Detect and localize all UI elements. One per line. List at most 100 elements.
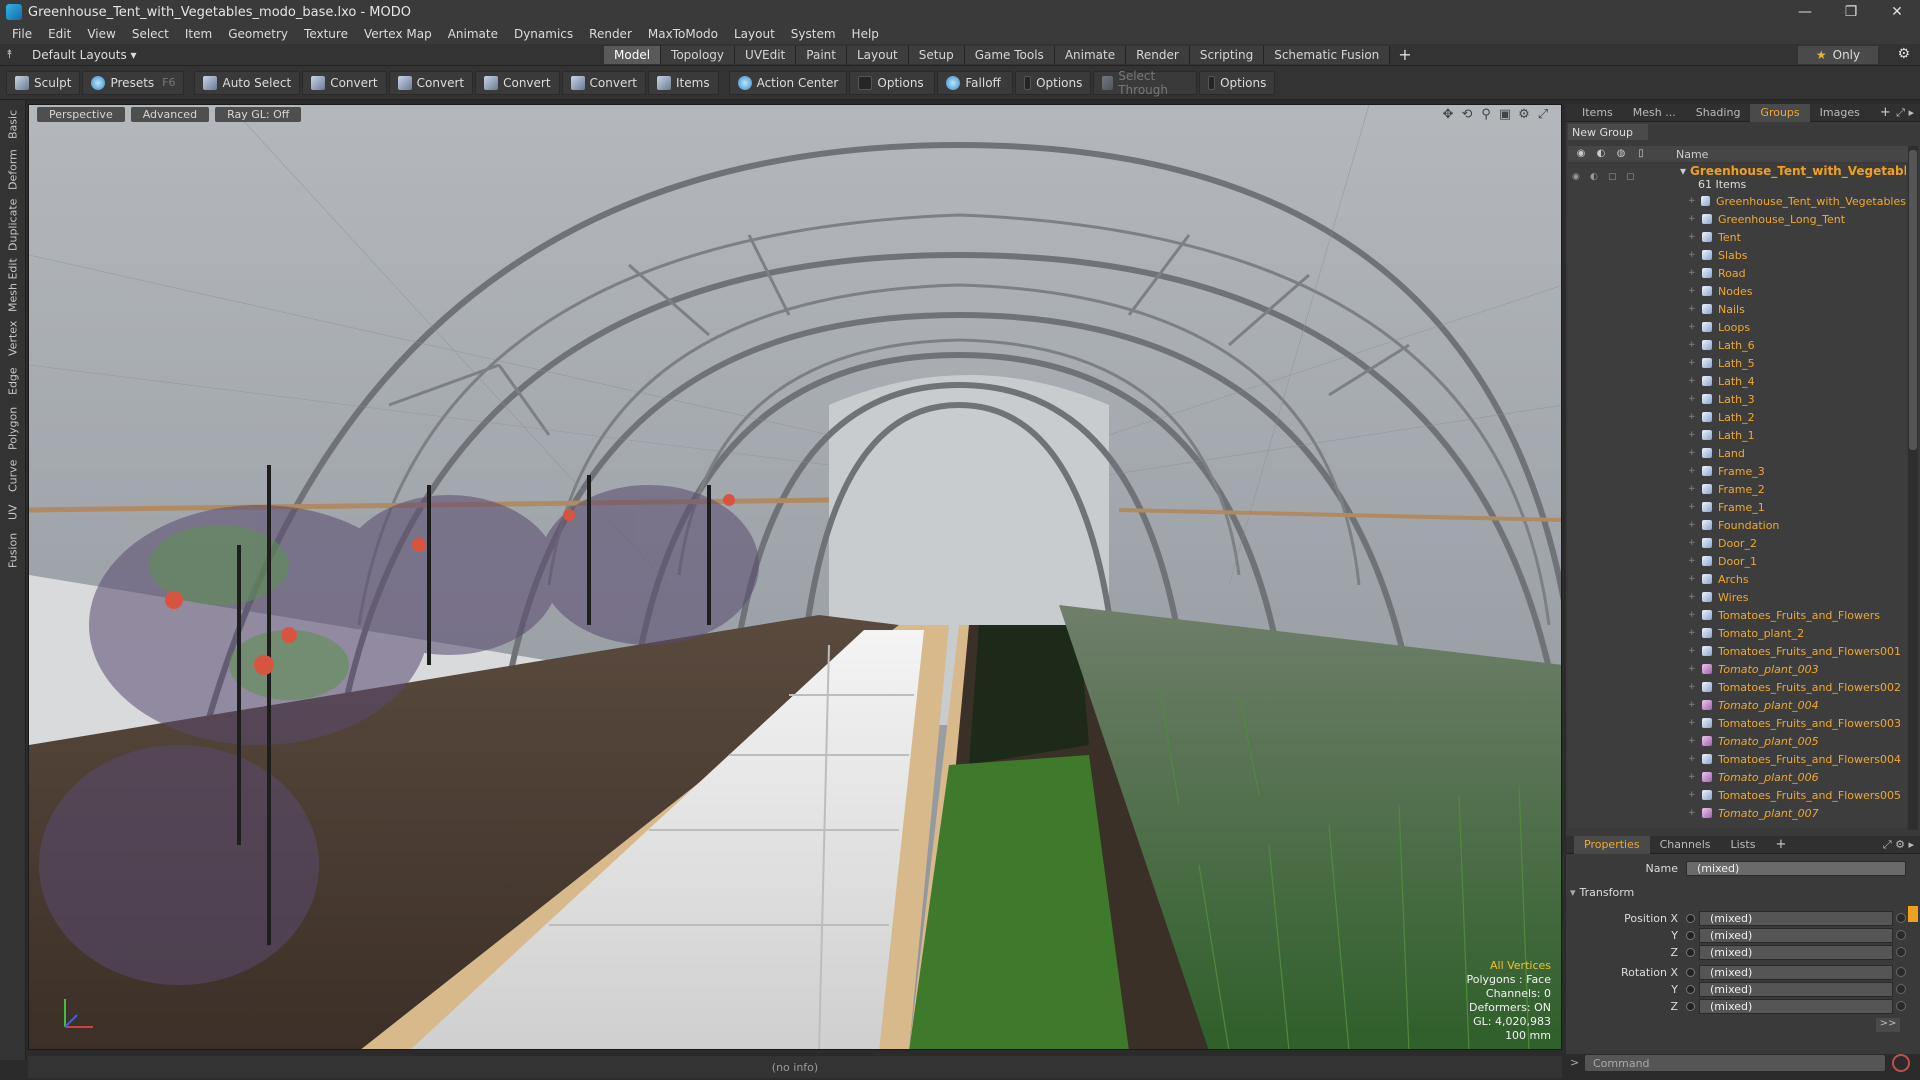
minimize-icon[interactable]: — <box>1782 0 1828 24</box>
zoom-icon[interactable]: ⚲ <box>1478 107 1494 123</box>
viewport-gear-icon[interactable]: ⚙ <box>1516 107 1532 123</box>
channel-knob-icon[interactable] <box>1896 967 1906 977</box>
items-button[interactable]: Items <box>648 70 719 95</box>
expand-plus-icon[interactable]: + <box>1688 736 1702 746</box>
sculpt-button[interactable]: Sculpt <box>6 70 81 95</box>
menu-animate[interactable]: Animate <box>440 27 506 41</box>
expand-plus-icon[interactable]: + <box>1688 772 1702 782</box>
expand-plus-icon[interactable]: + <box>1688 628 1702 638</box>
channel-knob-icon[interactable] <box>1896 984 1906 994</box>
expand-plus-icon[interactable]: + <box>1688 214 1702 224</box>
keyframe-dot-icon[interactable] <box>1686 1001 1695 1011</box>
tab-render[interactable]: Render <box>1126 45 1190 64</box>
group-item-row[interactable]: + Slabs <box>1568 246 1906 264</box>
render-icon[interactable]: ◐ <box>1590 172 1604 182</box>
expand-plus-icon[interactable]: + <box>1688 448 1702 458</box>
scrollbar-thumb[interactable] <box>1909 150 1917 450</box>
vtab-mesh-edit[interactable]: Mesh Edit <box>4 258 22 312</box>
expand-plus-icon[interactable]: + <box>1688 394 1702 404</box>
tab-paint[interactable]: Paint <box>796 45 847 64</box>
expand-plus-icon[interactable]: + <box>1688 196 1701 206</box>
expand-plus-icon[interactable]: + <box>1688 268 1702 278</box>
select-column-icon[interactable]: ▯ <box>1634 148 1648 160</box>
menu-file[interactable]: File <box>4 27 40 41</box>
expand-plus-icon[interactable]: + <box>1688 376 1702 386</box>
expand-plus-icon[interactable]: + <box>1688 574 1702 584</box>
expand-plus-icon[interactable]: + <box>1688 718 1702 728</box>
channel-knob-icon[interactable] <box>1896 913 1906 923</box>
tab-schematic-fusion[interactable]: Schematic Fusion <box>1264 45 1391 64</box>
keyframe-dot-icon[interactable] <box>1686 984 1695 994</box>
expand-plus-icon[interactable]: + <box>1688 250 1702 260</box>
view-mode-dropdown[interactable]: Perspective <box>37 107 125 122</box>
expand-plus-icon[interactable]: + <box>1688 232 1702 242</box>
falloff-options-button[interactable]: Options <box>1015 70 1092 95</box>
vtab-deform[interactable]: Deform <box>4 148 22 192</box>
vtab-uv[interactable]: UV <box>4 500 22 524</box>
tab-properties[interactable]: Properties <box>1574 835 1650 854</box>
groups-scrollbar[interactable] <box>1908 146 1918 830</box>
rotation-z-field[interactable]: (mixed) <box>1699 998 1893 1014</box>
channel-knob-icon[interactable] <box>1896 930 1906 940</box>
convert-vertices-button[interactable]: Convert <box>302 70 387 95</box>
group-item-row[interactable]: + Greenhouse_Long_Tent <box>1568 210 1906 228</box>
group-item-row[interactable]: + Frame_3 <box>1568 462 1906 480</box>
command-history-arrow-icon[interactable]: > <box>1570 1056 1579 1069</box>
menu-dynamics[interactable]: Dynamics <box>506 27 581 41</box>
collapse-arrow-icon[interactable]: ⯭ <box>6 47 32 62</box>
vtab-duplicate[interactable]: Duplicate <box>4 198 22 252</box>
convert-items-button[interactable]: Convert <box>561 70 646 95</box>
tab-shading[interactable]: Shading <box>1686 104 1751 122</box>
new-group-button[interactable]: New Group <box>1568 124 1648 140</box>
expand-plus-icon[interactable]: + <box>1688 538 1702 548</box>
presets-button[interactable]: Presets F6 <box>82 70 185 95</box>
name-field[interactable]: (mixed) <box>1686 860 1906 876</box>
group-item-row[interactable]: + Tomato_plant_2 <box>1568 624 1906 642</box>
rotate-icon[interactable]: ⟲ <box>1459 107 1475 123</box>
group-item-row[interactable]: + Tomato_plant_003 <box>1568 660 1906 678</box>
group-item-row[interactable]: + Wires <box>1568 588 1906 606</box>
name-column-header[interactable]: Name <box>1676 148 1708 161</box>
select-through-options-button[interactable]: Options <box>1199 70 1276 95</box>
action-center-button[interactable]: Action Center <box>728 70 848 95</box>
tab-model[interactable]: Model <box>604 45 662 64</box>
group-item-row[interactable]: + Greenhouse_Tent_with_Vegetables <box>1568 192 1906 210</box>
menu-view[interactable]: View <box>79 27 123 41</box>
vtab-edge[interactable]: Edge <box>4 364 22 398</box>
group-item-row[interactable]: + Tomatoes_Fruits_and_Flowers002 <box>1568 678 1906 696</box>
menu-item[interactable]: Item <box>177 27 220 41</box>
channel-knob-icon[interactable] <box>1896 1001 1906 1011</box>
tab-images[interactable]: Images <box>1810 104 1870 122</box>
tab-items[interactable]: Items <box>1566 104 1623 122</box>
keyframe-dot-icon[interactable] <box>1686 930 1695 940</box>
maximize-icon[interactable]: ⤢ <box>1535 107 1551 123</box>
group-item-row[interactable]: + Tomatoes_Fruits_and_Flowers001 <box>1568 642 1906 660</box>
3d-viewport[interactable]: Perspective Advanced Ray GL: Off ✥ ⟲ ⚲ ▣… <box>28 104 1562 1050</box>
expand-plus-icon[interactable]: + <box>1688 790 1702 800</box>
rotation-x-field[interactable]: (mixed) <box>1699 964 1893 980</box>
group-item-row[interactable]: + Door_1 <box>1568 552 1906 570</box>
menu-render[interactable]: Render <box>581 27 640 41</box>
rotation-y-field[interactable]: (mixed) <box>1699 981 1893 997</box>
menu-help[interactable]: Help <box>844 27 887 41</box>
select-icon[interactable]: ▢ <box>1626 172 1640 182</box>
tab-lists[interactable]: Lists <box>1721 836 1766 854</box>
shading-mode-dropdown[interactable]: Advanced <box>130 107 210 122</box>
expand-plus-icon[interactable]: + <box>1688 610 1702 620</box>
menu-layout[interactable]: Layout <box>726 27 783 41</box>
tab-mesh[interactable]: Mesh ... <box>1623 104 1686 122</box>
group-item-row[interactable]: + Loops <box>1568 318 1906 336</box>
group-item-row[interactable]: + Frame_2 <box>1568 480 1906 498</box>
keyframe-dot-icon[interactable] <box>1686 947 1695 957</box>
expand-plus-icon[interactable]: + <box>1688 430 1702 440</box>
expand-plus-icon[interactable]: + <box>1688 592 1702 602</box>
group-item-row[interactable]: + Frame_1 <box>1568 498 1906 516</box>
vtab-fusion[interactable]: Fusion <box>4 530 22 570</box>
group-item-row[interactable]: + Tomatoes_Fruits_and_Flowers003 <box>1568 714 1906 732</box>
group-item-row[interactable]: + Door_2 <box>1568 534 1906 552</box>
group-item-row[interactable]: + Archs <box>1568 570 1906 588</box>
menu-system[interactable]: System <box>783 27 844 41</box>
expand-plus-icon[interactable]: + <box>1688 520 1702 530</box>
menu-vertex-map[interactable]: Vertex Map <box>356 27 440 41</box>
channel-knob-icon[interactable] <box>1896 947 1906 957</box>
